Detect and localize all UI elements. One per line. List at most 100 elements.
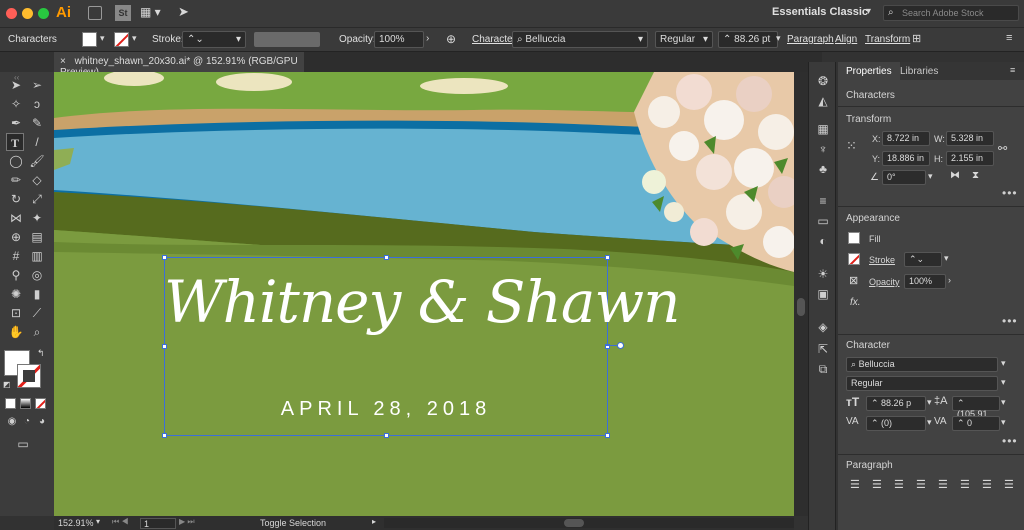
symbols-icon[interactable]: ♣ (815, 162, 831, 176)
character-style-chevron-icon[interactable]: ▾ (1001, 377, 1006, 388)
zoom-chevron-icon[interactable]: ▾ (96, 517, 100, 526)
names-text[interactable]: Whitney & Shawn (164, 268, 680, 336)
transform-more-icon[interactable]: ••• (1002, 186, 1018, 200)
tab-libraries[interactable]: Libraries (892, 62, 946, 80)
justify-right-icon[interactable]: ☰ (960, 478, 970, 491)
character-size-chevron-icon[interactable]: ▾ (927, 397, 932, 408)
close-window-icon[interactable] (6, 8, 17, 19)
close-tab-icon[interactable]: × (60, 56, 66, 67)
ellipse-tool-icon[interactable]: ◯ (7, 152, 25, 170)
puppet-warp-tool-icon[interactable]: ✦ (28, 209, 46, 227)
pencil-tool-icon[interactable]: ✏ (7, 171, 25, 189)
character-font-chevron-icon[interactable]: ▾ (1001, 358, 1006, 369)
canvas[interactable]: Whitney & Shawn APRIL 28, 2018 (54, 72, 794, 516)
date-text[interactable]: APRIL 28, 2018 (164, 398, 608, 421)
fill-swatch[interactable] (82, 32, 97, 47)
appearance-opacity-label[interactable]: Opacity (869, 277, 900, 287)
asset-export-icon[interactable]: ⇱ (815, 342, 831, 356)
appearance-fill-swatch[interactable] (848, 232, 860, 244)
width-tool-icon[interactable]: ⋈ (7, 209, 25, 227)
color-panel-icon[interactable]: ❂ (815, 74, 831, 88)
minimize-window-icon[interactable] (22, 8, 33, 19)
curvature-tool-icon[interactable]: ✎ (28, 114, 46, 132)
slice-tool-icon[interactable]: ⟋ (28, 304, 46, 322)
send-icon[interactable]: ➤ (178, 4, 189, 20)
artboard-number[interactable]: 1 (140, 518, 176, 529)
align-right-icon[interactable]: ☰ (894, 478, 904, 491)
transform-link[interactable]: Transform (865, 34, 910, 45)
status-toggle-selection[interactable]: Toggle Selection (260, 518, 326, 528)
brushes-icon[interactable]: ♆ (815, 142, 831, 156)
resize-handle-top-right[interactable] (605, 255, 610, 260)
variable-width-profile[interactable] (254, 32, 320, 47)
effects-button[interactable]: fx. (850, 297, 861, 308)
x-field[interactable]: 8.722 in (882, 131, 930, 146)
stroke-swatch[interactable] (114, 32, 129, 47)
justify-center-icon[interactable]: ☰ (938, 478, 948, 491)
horizontal-scroll-thumb[interactable] (564, 519, 584, 527)
angle-field[interactable]: 0° (882, 170, 926, 185)
type-tool-icon[interactable]: T (6, 133, 24, 151)
direct-selection-tool-icon[interactable]: ➢ (28, 76, 46, 94)
zoom-tool-icon[interactable]: ⌕ (28, 323, 46, 341)
selection-tool-icon[interactable]: ➤ (7, 76, 25, 94)
swatches-icon[interactable]: ▦ (815, 122, 831, 136)
gradient-mode-icon[interactable] (20, 398, 31, 409)
pen-tool-icon[interactable]: ✒ (7, 114, 25, 132)
workspace-chevron-icon[interactable]: ▾ (866, 6, 871, 17)
stroke-weight-chevron-icon[interactable]: ▾ (944, 253, 949, 264)
gradient-panel-icon[interactable]: ▭ (815, 214, 831, 228)
flip-vertical-icon[interactable]: ⧗ (972, 170, 979, 181)
appearance-panel-icon[interactable]: ☀ (815, 267, 831, 281)
panel-menu-icon[interactable]: ≡ (1010, 65, 1015, 75)
fill-chevron-icon[interactable]: ▾ (100, 33, 105, 44)
artboard-tool-icon[interactable]: ⊡ (7, 304, 25, 322)
align-center-icon[interactable]: ☰ (872, 478, 882, 491)
resize-handle-bottom-left[interactable] (162, 433, 167, 438)
resize-handle-top-left[interactable] (162, 255, 167, 260)
eraser-tool-icon[interactable]: ◇ (28, 171, 46, 189)
angle-chevron-icon[interactable]: ▾ (928, 171, 933, 182)
stroke-weight-field[interactable]: ⌃⌄ ▾ (182, 31, 246, 48)
graphic-styles-icon[interactable]: ▣ (815, 287, 831, 301)
stroke-panel-icon[interactable]: ≡ (815, 194, 831, 208)
tracking-chevron-icon[interactable]: ▾ (1001, 417, 1006, 428)
font-size-field[interactable]: ⌃ 88.26 pt (718, 31, 778, 48)
reference-point-icon[interactable]: ⁙ (846, 138, 857, 154)
text-out-port[interactable] (617, 342, 624, 349)
draw-inside-icon[interactable]: ◕ (33, 413, 51, 431)
appearance-stroke-swatch[interactable] (848, 253, 860, 265)
tracking-field[interactable]: ⌃ 0 (952, 416, 1000, 431)
control-menu-icon[interactable]: ≡ (1006, 32, 1012, 44)
font-family-field[interactable]: ⌕ Belluccia ▾ (512, 31, 648, 48)
canvas-vertical-scrollbar[interactable] (794, 72, 808, 516)
stroke-chevron-icon[interactable]: ▾ (132, 33, 137, 44)
perspective-grid-tool-icon[interactable]: ▤ (28, 228, 46, 246)
zoom-level[interactable]: 152.91% (58, 518, 94, 528)
transparency-icon[interactable]: ◐ (815, 234, 831, 248)
character-more-icon[interactable]: ••• (1002, 434, 1018, 448)
kerning-field[interactable]: ⌃ (0) (866, 416, 926, 431)
paragraph-link[interactable]: Paragraph (787, 34, 834, 45)
justify-left-icon[interactable]: ☰ (916, 478, 926, 491)
shape-builder-tool-icon[interactable]: ⊕ (7, 228, 25, 246)
constrain-proportions-icon[interactable]: ⚯ (998, 142, 1007, 155)
h-field[interactable]: 2.155 in (946, 151, 994, 166)
bridge-button[interactable]: St (115, 5, 131, 21)
gradient-tool-icon[interactable]: ▥ (28, 247, 46, 265)
justify-all-icon[interactable]: ☰ (982, 478, 992, 491)
screen-mode-icon[interactable]: ▭ (14, 435, 32, 453)
next-artboard-icon[interactable]: ▶ ⏭ (179, 517, 195, 527)
first-artboard-icon[interactable]: ⏮ ◀ (112, 517, 129, 527)
align-link[interactable]: Align (835, 34, 857, 45)
column-graph-tool-icon[interactable]: ▮ (28, 285, 46, 303)
resize-handle-bottom-right[interactable] (605, 433, 610, 438)
kerning-chevron-icon[interactable]: ▾ (927, 417, 932, 428)
appearance-opacity-field[interactable]: 100% (904, 274, 946, 289)
tab-properties[interactable]: Properties (838, 62, 900, 80)
default-colors-icon[interactable]: ◩ (3, 380, 11, 389)
resize-handle-bottom[interactable] (384, 433, 389, 438)
character-size-field[interactable]: ⌃ 88.26 p (866, 396, 926, 411)
scale-tool-icon[interactable]: ⤢ (28, 190, 46, 208)
font-style-field[interactable]: Regular ▾ (655, 31, 713, 48)
